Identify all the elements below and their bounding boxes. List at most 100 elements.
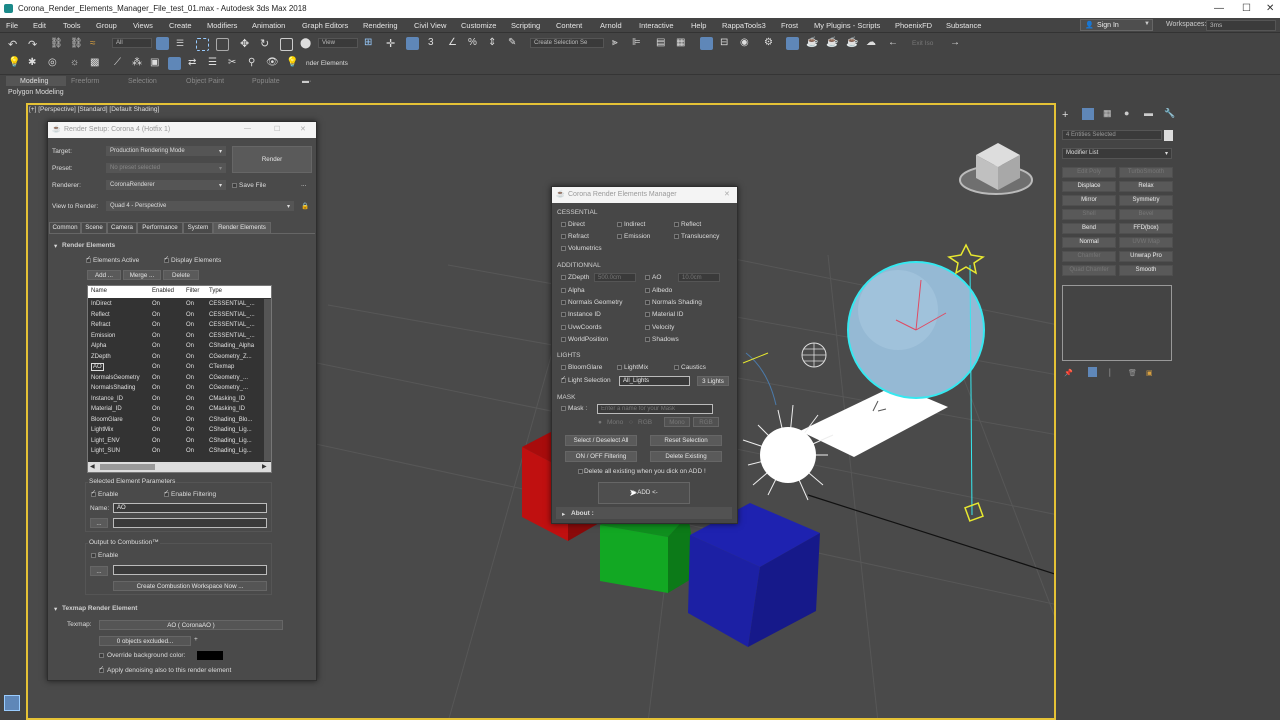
rollout-collapse-icon[interactable]: ▾ <box>54 242 57 250</box>
ribbon-options-icon[interactable]: ▬· <box>302 78 311 85</box>
rem-option-checkbox[interactable] <box>674 234 679 239</box>
rem-option-checkbox[interactable] <box>645 325 650 330</box>
rem-option-checkbox[interactable] <box>561 288 566 293</box>
table-row[interactable]: Reflect On On CESSENTIAL_... <box>88 310 263 321</box>
menu-item[interactable]: Scripting <box>511 21 540 30</box>
menu-item[interactable]: Edit <box>33 21 46 30</box>
percent-snap-icon[interactable]: % <box>468 37 481 50</box>
align-icon[interactable]: ⊫ <box>632 37 645 50</box>
render-button[interactable]: Render <box>232 146 312 173</box>
link-icon[interactable]: ⛓ <box>50 38 63 51</box>
modifier-button[interactable]: Mirror <box>1062 195 1116 206</box>
show-end-result-icon[interactable] <box>1088 367 1097 377</box>
zdepth-spinner[interactable]: 500.0cm <box>594 273 636 282</box>
create-combustion-button[interactable]: Create Combustion Workspace Now ... <box>113 581 267 591</box>
enable-checkbox[interactable] <box>91 489 96 497</box>
rem-option-checkbox[interactable] <box>561 300 566 305</box>
save-file-browse[interactable]: ... <box>301 181 306 188</box>
menu-item[interactable]: Arnold <box>600 21 622 30</box>
edit-named-sel-icon[interactable]: ✎ <box>508 37 521 50</box>
bind-spacewarp-icon[interactable]: ≈ <box>90 38 103 51</box>
corona-light-sphere[interactable] <box>742 404 834 501</box>
modifier-button[interactable]: Symmetry <box>1119 195 1173 206</box>
rem-option-checkbox[interactable] <box>561 337 566 342</box>
lock-icon[interactable]: 🔒 <box>301 202 309 210</box>
ribbon-tab-label[interactable]: Freeform <box>71 78 99 85</box>
place-icon[interactable]: ⬤ <box>300 38 313 51</box>
ribbon-tab-label[interactable]: Object Paint <box>186 78 224 85</box>
rgb-button[interactable]: RGB <box>693 417 719 427</box>
corona-scatter-icon[interactable]: ⁂ <box>132 57 145 70</box>
corona-distance-icon[interactable]: ⚲ <box>248 57 261 70</box>
pivot-icon[interactable]: ⊞ <box>364 37 377 50</box>
render-production-icon[interactable]: ☕ <box>806 37 819 50</box>
table-vscrollbar[interactable] <box>264 299 271 461</box>
rem-option-checkbox[interactable] <box>617 222 622 227</box>
modifier-button[interactable]: Displace <box>1062 181 1116 192</box>
rem-option-checkbox[interactable] <box>561 234 566 239</box>
elements-active-checkbox[interactable] <box>86 255 91 263</box>
background-color-swatch[interactable] <box>197 651 223 660</box>
modifier-button[interactable]: Relax <box>1119 181 1173 192</box>
select-deselect-all-button[interactable]: Select / Deselect All <box>565 435 637 446</box>
utilities-tab-icon[interactable]: 🔧 <box>1164 108 1175 119</box>
exit-isolation-label[interactable]: Exit Iso <box>912 40 933 47</box>
rotate-icon[interactable]: ↻ <box>260 37 273 50</box>
menu-item[interactable]: Help <box>691 21 706 30</box>
corona-mtl-icon[interactable] <box>168 57 181 70</box>
menu-item[interactable]: Rendering <box>363 21 398 30</box>
tab-scene[interactable]: Scene <box>81 222 107 234</box>
unlink-icon[interactable]: ⛓ <box>70 38 83 51</box>
corona-slicer-icon[interactable]: ✂ <box>228 57 241 70</box>
toggle-ribbon-icon[interactable]: ▦ <box>676 37 689 50</box>
modifier-button[interactable]: Shell <box>1062 209 1116 220</box>
ao-spinner[interactable]: 10.0cm <box>678 273 720 282</box>
forward-arrow-icon[interactable]: → <box>950 37 963 50</box>
rem-option-checkbox[interactable] <box>561 222 566 227</box>
angle-snap-icon[interactable]: ∠ <box>448 37 461 50</box>
menu-item[interactable]: Civil View <box>414 21 446 30</box>
about-collapse-icon[interactable]: ▸ <box>562 510 565 518</box>
close-icon[interactable]: ✕ <box>724 190 730 198</box>
a360-icon[interactable]: ☁ <box>866 37 879 50</box>
modifier-button[interactable]: Smooth <box>1119 265 1173 276</box>
undo-icon[interactable]: ↶ <box>8 38 21 51</box>
viewport-layout-tab[interactable] <box>4 695 20 711</box>
menu-item[interactable]: Group <box>96 21 117 30</box>
render-elements-table[interactable]: Name Enabled Filter Type InDirect On On CES… <box>87 285 272 473</box>
rem-option-checkbox[interactable] <box>645 300 650 305</box>
sun-helper[interactable] <box>947 243 985 275</box>
menu-item[interactable]: Animation <box>252 21 285 30</box>
modifier-button[interactable]: Quad Chamfer <box>1062 265 1116 276</box>
menu-item[interactable]: Frost <box>781 21 798 30</box>
tab-system[interactable]: System <box>183 222 213 234</box>
move-icon[interactable]: ✥ <box>240 37 253 50</box>
render-frame-icon[interactable] <box>786 37 799 50</box>
schematic-view-icon[interactable]: ⊟ <box>720 37 733 50</box>
override-bg-checkbox[interactable] <box>99 653 104 658</box>
signin-dropdown[interactable]: 👤 Sign In ▼ <box>1080 19 1153 31</box>
workspace-select[interactable]: 3ms <box>1206 20 1276 31</box>
delete-existing-button[interactable]: Delete Existing <box>650 451 722 462</box>
table-hscrollbar[interactable]: ◀ ▶ <box>88 462 271 472</box>
table-row[interactable]: NormalsGeometry On On CGeometry_... <box>88 373 263 384</box>
modifier-button[interactable]: Chamfer <box>1062 251 1116 262</box>
render-elements-rollout-title[interactable]: Render Elements <box>62 242 115 249</box>
render-setup-icon[interactable]: ⚙ <box>764 37 777 50</box>
modifier-button[interactable]: Edit Poly <box>1062 167 1116 178</box>
corona-vfb-icon[interactable]: ▩ <box>90 57 103 70</box>
close-icon[interactable]: ✕ <box>1266 3 1274 14</box>
table-row[interactable]: NormalsShading On On CGeometry_... <box>88 383 263 394</box>
mirror-icon[interactable]: ⫸ <box>612 37 625 50</box>
table-row[interactable]: Alpha On On CShading_Alpha <box>88 341 263 352</box>
zdepth-checkbox[interactable] <box>561 275 566 280</box>
table-row[interactable]: Instance_ID On On CMasking_ID <box>88 394 263 405</box>
renderer-dropdown[interactable]: CoronaRenderer ▾ <box>106 180 226 190</box>
object-color-swatch[interactable] <box>1164 130 1173 141</box>
table-row[interactable]: Light_ENV On On CShading_Lig... <box>88 436 263 447</box>
display-tab-icon[interactable]: ▬ <box>1144 108 1153 118</box>
blue-cube[interactable] <box>688 503 820 647</box>
on-off-filtering-button[interactable]: ON / OFF Filtering <box>565 451 637 462</box>
add-button[interactable]: -> ADD <- <box>598 482 690 504</box>
redo-icon[interactable]: ↷ <box>28 38 41 51</box>
